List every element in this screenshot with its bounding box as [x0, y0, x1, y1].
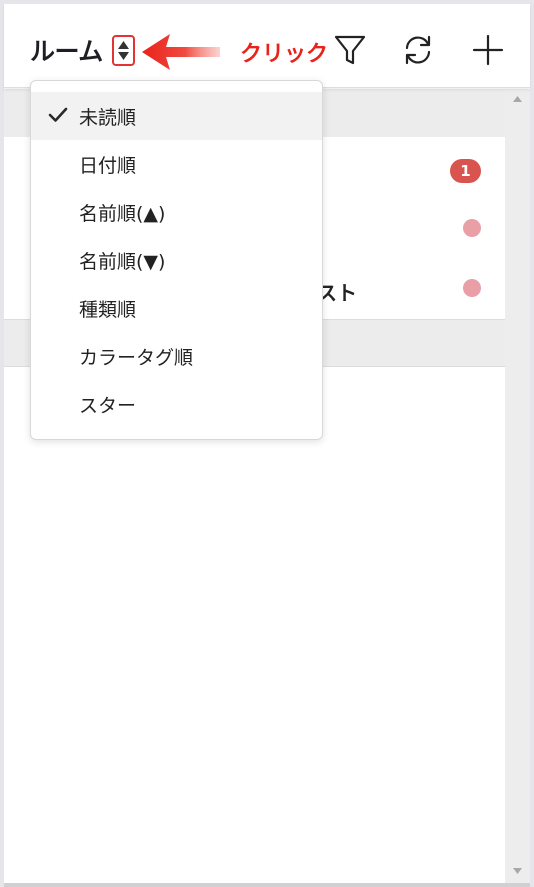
- sort-option-unread[interactable]: 未読順: [31, 92, 322, 140]
- scroll-up-icon[interactable]: [512, 95, 523, 103]
- sort-menu: 未読順 日付順 名前順(▲) 名前順(▼) 種類順 カラータグ順 スター: [30, 80, 323, 440]
- unread-dot: [463, 279, 481, 297]
- filter-icon[interactable]: [332, 32, 368, 68]
- sort-option-label: 未読順: [79, 106, 137, 129]
- bottom-edge: [4, 883, 530, 887]
- sort-option-label: カラータグ順: [79, 346, 194, 369]
- page-title: ルーム: [30, 37, 103, 66]
- sort-option-label: 名前順(▼): [79, 250, 166, 273]
- click-annotation: クリック: [240, 42, 329, 67]
- scroll-down-icon[interactable]: [512, 867, 523, 875]
- refresh-icon[interactable]: [400, 32, 436, 68]
- unread-dot: [463, 219, 481, 237]
- sort-option-label: 名前順(▲): [79, 202, 166, 225]
- scrollbar[interactable]: [505, 89, 530, 884]
- sort-option-name-desc[interactable]: 名前順(▼): [31, 236, 322, 284]
- sort-option-star[interactable]: スター: [31, 380, 322, 428]
- sort-arrows-icon: [118, 41, 129, 60]
- sort-option-label: 種類順: [79, 298, 137, 321]
- sort-toggle-button[interactable]: [112, 35, 135, 66]
- sort-option-name-asc[interactable]: 名前順(▲): [31, 188, 322, 236]
- sort-option-type[interactable]: 種類順: [31, 284, 322, 332]
- rooms-header: ルーム クリック: [4, 4, 530, 88]
- sort-option-label: スター: [79, 394, 137, 417]
- sort-option-color-tag[interactable]: カラータグ順: [31, 332, 322, 380]
- checkmark-icon: [48, 107, 68, 122]
- annotation-arrow-icon: [142, 34, 220, 70]
- sort-option-date[interactable]: 日付順: [31, 140, 322, 188]
- sort-option-label: 日付順: [79, 154, 137, 177]
- unread-badge: 1: [450, 159, 481, 183]
- plus-icon[interactable]: [470, 32, 506, 68]
